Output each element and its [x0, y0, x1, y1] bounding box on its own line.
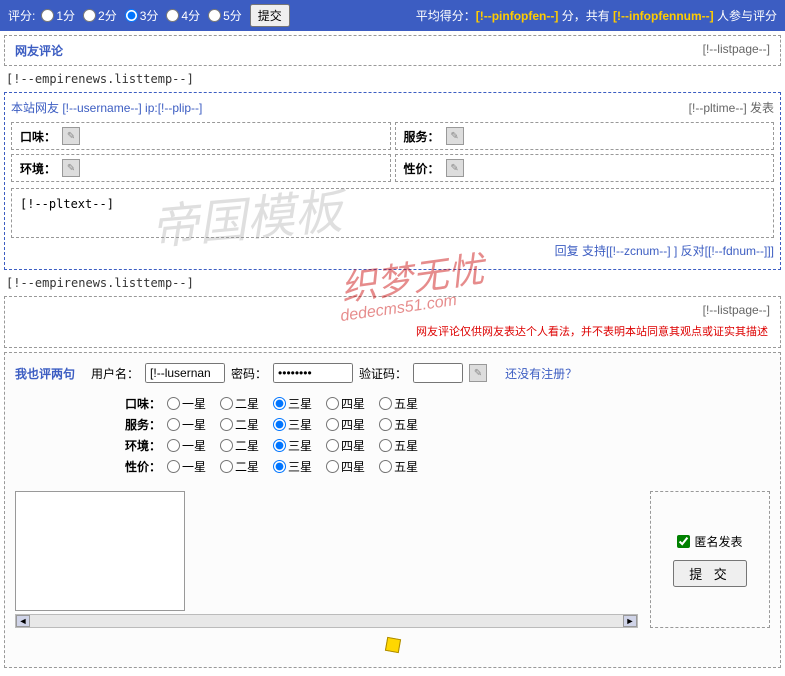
- reply-sidebar: 匿名发表 提 交: [650, 491, 770, 628]
- env-5[interactable]: 五星: [379, 437, 418, 454]
- comment-actions: 回复 支持[[!--zcnum--] ] 反对[[!--fdnum--]]]: [11, 238, 774, 263]
- username-input[interactable]: [145, 363, 225, 383]
- env-2[interactable]: 二星: [220, 437, 259, 454]
- disclaimer-text: 网友评论仅供网友表达个人看法，并不表明本站同意其观点或证实其描述: [9, 319, 776, 343]
- anonymous-checkbox[interactable]: 匿名发表: [677, 533, 742, 550]
- rating-opt-2[interactable]: 2分: [83, 7, 117, 24]
- price-2[interactable]: 二星: [220, 458, 259, 475]
- rating-opt-4[interactable]: 4分: [166, 7, 200, 24]
- scroll-right-icon[interactable]: ►: [623, 615, 637, 627]
- oppose-link[interactable]: ] 反对[[!--fdnum--]]]: [674, 244, 774, 258]
- star-icon: [62, 127, 80, 145]
- service-3[interactable]: 三星: [273, 416, 312, 433]
- reply-link[interactable]: 回复: [555, 244, 579, 258]
- price-1[interactable]: 一星: [167, 458, 206, 475]
- star-row-taste: 口味： 一星 二星 三星 四星 五星: [111, 395, 774, 412]
- star-ratings-block: 口味： 一星 二星 三星 四星 五星 服务： 一星 二星 三星 四星 五星 环境…: [11, 387, 774, 487]
- star-row-env: 环境： 一星 二星 三星 四星 五星: [111, 437, 774, 454]
- average-score-text: 平均得分：[!--pinfopfen--] 分，共有 [!--infopfenn…: [416, 7, 777, 24]
- username-label: 用户名：: [91, 365, 139, 382]
- service-5[interactable]: 五星: [379, 416, 418, 433]
- reply-header: 我也评两句 用户名： 密码： 验证码： 还没有注册？: [11, 359, 774, 387]
- submit-comment-button[interactable]: 提 交: [673, 560, 747, 587]
- listpage-top: [!--listpage--]: [703, 42, 770, 59]
- star-icon: [62, 159, 80, 177]
- env-4[interactable]: 四星: [326, 437, 365, 454]
- star-icon: [446, 127, 464, 145]
- taste-4[interactable]: 四星: [326, 395, 365, 412]
- comment-item: 本站网友 [!--username--] ip:[!--plip--] [!--…: [4, 92, 781, 270]
- listtemp-start: [!--empirenews.listtemp--]: [0, 70, 785, 88]
- comment-text: [!--pltext--]: [11, 188, 774, 238]
- comment-ratings-grid: 口味： 服务： 环境： 性价：: [11, 122, 774, 182]
- service-2[interactable]: 二星: [220, 416, 259, 433]
- listpage-bottom: [!--listpage--]: [703, 303, 770, 317]
- listtemp-end: [!--empirenews.listtemp--]: [0, 274, 785, 292]
- price-5[interactable]: 五星: [379, 458, 418, 475]
- rating-label: 评分:: [8, 7, 35, 24]
- env-3[interactable]: 三星: [273, 437, 312, 454]
- rating-opt-3[interactable]: 3分: [125, 7, 159, 24]
- rating-opt-5[interactable]: 5分: [208, 7, 242, 24]
- register-link[interactable]: 还没有注册？: [505, 365, 577, 382]
- rating-opt-1[interactable]: 1分: [41, 7, 75, 24]
- password-input[interactable]: [273, 363, 353, 383]
- reply-title: 我也评两句: [15, 365, 75, 382]
- listpage-bottom-section: [!--listpage--] 网友评论仅供网友表达个人看法，并不表明本站同意其…: [4, 296, 781, 348]
- service-1[interactable]: 一星: [167, 416, 206, 433]
- price-3[interactable]: 三星: [273, 458, 312, 475]
- service-4[interactable]: 四星: [326, 416, 365, 433]
- rating-env: 环境：: [11, 154, 391, 182]
- captcha-label: 验证码：: [359, 365, 407, 382]
- rating-taste: 口味：: [11, 122, 391, 150]
- taste-5[interactable]: 五星: [379, 395, 418, 412]
- taste-1[interactable]: 一星: [167, 395, 206, 412]
- textarea-scrollbar[interactable]: ◄ ►: [15, 614, 638, 628]
- submit-rating-button[interactable]: 提交: [250, 4, 290, 27]
- top-rating-bar: 评分: 1分 2分 3分 4分 5分 提交 平均得分：[!--pinfopfen…: [0, 0, 785, 31]
- comments-title: 网友评论: [15, 42, 63, 59]
- reply-section: 我也评两句 用户名： 密码： 验证码： 还没有注册？ 口味： 一星 二星 三星 …: [4, 352, 781, 668]
- taste-3[interactable]: 三星: [273, 395, 312, 412]
- footer-emoji-icon[interactable]: [11, 632, 774, 661]
- env-1[interactable]: 一星: [167, 437, 206, 454]
- taste-2[interactable]: 二星: [220, 395, 259, 412]
- price-4[interactable]: 四星: [326, 458, 365, 475]
- scroll-left-icon[interactable]: ◄: [16, 615, 30, 627]
- star-row-service: 服务： 一星 二星 三星 四星 五星: [111, 416, 774, 433]
- rating-service: 服务：: [395, 122, 775, 150]
- captcha-image-icon[interactable]: [469, 364, 487, 382]
- rating-options: 1分 2分 3分 4分 5分: [41, 7, 241, 24]
- comment-user-info: 本站网友 [!--username--] ip:[!--plip--]: [11, 99, 202, 116]
- captcha-input[interactable]: [413, 363, 463, 383]
- star-icon: [446, 159, 464, 177]
- comment-textarea[interactable]: [15, 491, 185, 611]
- support-link[interactable]: 支持[[!--zcnum--]: [582, 244, 671, 258]
- comment-time: [!--pltime--] 发表: [689, 99, 774, 116]
- rating-price: 性价：: [395, 154, 775, 182]
- star-row-price: 性价： 一星 二星 三星 四星 五星: [111, 458, 774, 475]
- comments-section: 网友评论 [!--listpage--]: [4, 35, 781, 66]
- password-label: 密码：: [231, 365, 267, 382]
